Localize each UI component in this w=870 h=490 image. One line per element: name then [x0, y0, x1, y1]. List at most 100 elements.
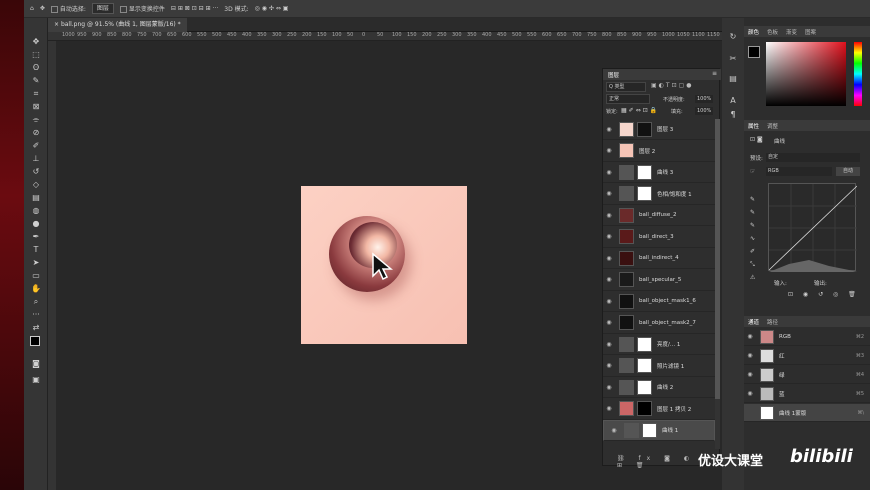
layer-row[interactable]: ◉ ball_object_mask1_6 [603, 291, 715, 312]
fill-field[interactable]: 100% [695, 107, 714, 115]
preset-dropdown[interactable]: 自定 [766, 153, 860, 162]
layer-mask-thumbnail[interactable] [637, 401, 652, 416]
foreground-color-swatch[interactable] [30, 336, 40, 346]
layer-thumbnail[interactable] [619, 121, 634, 137]
layer-row[interactable]: ◉ ball_object_mask2_7 [603, 313, 715, 334]
visibility-eye-icon[interactable]: ◉ [603, 255, 615, 262]
visibility-eye-icon[interactable]: ◉ [603, 298, 615, 305]
stamp-tool-icon[interactable]: ⊥ [30, 153, 42, 165]
curve-tool-icons[interactable]: ✎ ✎ ✎ ∿ ✐ ⤡ ⚠ [750, 193, 762, 284]
layer-thumbnail[interactable] [619, 401, 634, 416]
character-icon[interactable]: A [728, 96, 738, 106]
frame-tool-icon[interactable]: ⊠ [30, 101, 42, 113]
document-canvas[interactable] [301, 186, 467, 344]
eraser-icon[interactable]: ◇ [30, 179, 42, 191]
layer-thumbnail[interactable] [619, 272, 634, 287]
auto-select-checkbox[interactable]: 自动选择: [50, 4, 86, 13]
edit-toolbar-icon[interactable]: ⇄ [30, 322, 42, 334]
visibility-eye-icon[interactable]: ◉ [603, 405, 615, 412]
marquee-tool-icon[interactable]: ⬚ [30, 49, 42, 61]
layer-thumbnail[interactable] [619, 229, 634, 244]
layer-thumbnail[interactable] [619, 207, 634, 223]
layer-mask-thumbnail[interactable] [637, 121, 652, 137]
visibility-eye-icon[interactable]: ◉ [603, 212, 615, 219]
tab-paths[interactable]: 路径 [767, 318, 778, 326]
visibility-eye-icon[interactable]: ◉ [744, 390, 756, 397]
layer-row[interactable]: ◉ 图层 1 拷贝 2 [603, 399, 715, 420]
crop-tool-icon[interactable]: ⌗ [30, 88, 42, 100]
channel-row[interactable]: ◉ 红 ⌘3 [744, 347, 870, 365]
hue-slider[interactable] [854, 42, 862, 106]
hand-tool-icon[interactable]: ✋ [30, 283, 42, 295]
layer-row[interactable]: ◉ 色相/饱和度 1 [603, 184, 715, 205]
quick-mask-icon[interactable]: ◙ [30, 358, 42, 370]
layer-row[interactable]: ◉ ball_diffuse_2 [603, 205, 715, 226]
visibility-eye-icon[interactable]: ◉ [603, 362, 615, 369]
curves-graph[interactable] [768, 183, 858, 272]
layer-row[interactable]: ◉ 图层 3 [603, 119, 715, 140]
home-icon[interactable]: ⌂ [30, 5, 34, 12]
layer-mask-thumbnail[interactable] [637, 186, 652, 201]
layer-thumbnail[interactable] [619, 250, 634, 266]
layer-thumbnail[interactable] [619, 293, 634, 309]
layer-thumbnail[interactable] [619, 336, 634, 352]
history-brush-icon[interactable]: ↺ [30, 166, 42, 178]
document-tab[interactable]: × ball.png @ 91.5% (曲线 1, 图层蒙版/16) * [48, 18, 187, 32]
layer-row[interactable]: ◉ ball_direct_3 [603, 227, 715, 248]
dodge-tool-icon[interactable]: ● [30, 218, 42, 230]
filter-icons[interactable]: ▣◐T⊡▢● [651, 82, 694, 89]
layers-icon[interactable]: ▤ [728, 74, 738, 84]
channel-row[interactable]: ◉ RGB ⌘2 [744, 328, 870, 346]
layer-mask-thumbnail[interactable] [637, 379, 652, 395]
scrollbar-thumb[interactable] [715, 119, 720, 399]
opacity-field[interactable]: 100% [695, 95, 714, 103]
quick-select-icon[interactable]: ✎ [30, 75, 42, 87]
properties-footer-icons[interactable]: ⊡ ◉ ↺ ◎ 🗑 [788, 291, 860, 298]
tab-properties[interactable]: 属性 [748, 122, 759, 130]
layer-row[interactable]: ◉ ball_indirect_4 [603, 248, 715, 269]
layer-row[interactable]: ◉ 曲线 1 [603, 420, 715, 441]
layer-thumbnail[interactable] [619, 358, 634, 373]
visibility-eye-icon[interactable]: ◉ [603, 384, 615, 391]
lasso-tool-icon[interactable]: ʘ [30, 62, 42, 74]
layer-mask-thumbnail[interactable] [637, 336, 652, 352]
layer-mask-thumbnail[interactable] [642, 423, 657, 438]
layer-thumbnail[interactable] [624, 423, 639, 438]
move-tool-icon[interactable]: ✥ [40, 5, 45, 12]
visibility-eye-icon[interactable]: ◉ [744, 352, 756, 359]
screen-mode-icon[interactable]: ▣ [30, 374, 42, 386]
auto-button[interactable]: 自动 [836, 167, 860, 176]
show-transform-checkbox[interactable]: 显示变换控件 [119, 4, 165, 13]
visibility-eye-icon[interactable]: ◉ [603, 147, 615, 154]
layer-thumbnail[interactable] [619, 379, 634, 395]
layer-row[interactable]: ◉ 照片滤镜 1 [603, 356, 715, 377]
visibility-eye-icon[interactable]: ◉ [603, 126, 615, 133]
layer-mask-thumbnail[interactable] [637, 164, 652, 180]
tab-color[interactable]: 颜色 [748, 28, 759, 36]
layer-row[interactable]: ◉ 亮度/... 1 [603, 334, 715, 355]
type-tool-icon[interactable]: T [30, 244, 42, 256]
history-icon[interactable]: ↻ [728, 32, 738, 42]
healing-icon[interactable]: ⊘ [30, 127, 42, 139]
tab-channels[interactable]: 通道 [748, 318, 759, 326]
visibility-eye-icon[interactable]: ◉ [603, 319, 615, 326]
layers-panel-title[interactable]: 图层 [608, 71, 619, 79]
more-tools-icon[interactable]: ··· [30, 309, 42, 321]
close-icon[interactable]: × [54, 21, 61, 28]
color-picker-field[interactable] [766, 42, 846, 106]
visibility-eye-icon[interactable]: ◉ [744, 371, 756, 378]
blur-tool-icon[interactable]: ◍ [30, 205, 42, 217]
tab-swatches[interactable]: 色板 [767, 28, 778, 36]
move-tool-icon[interactable]: ✥ [30, 36, 42, 48]
3d-icons[interactable]: ◎ ◉ ✣ ⇔ ▣ [255, 5, 289, 12]
visibility-eye-icon[interactable]: ◉ [744, 333, 756, 340]
path-select-icon[interactable]: ➤ [30, 257, 42, 269]
layer-thumbnail[interactable] [619, 143, 634, 158]
tools-icon[interactable]: ✂ [728, 54, 738, 64]
align-icons[interactable]: ⊟ ⊞ ⊠ ⊡ ⊟ ⊞ ··· [171, 5, 218, 12]
channel-row[interactable]: 曲线 1蒙版 ⌘\ [744, 404, 870, 422]
brush-tool-icon[interactable]: ✐ [30, 140, 42, 152]
layer-mask-thumbnail[interactable] [637, 358, 652, 373]
channel-dropdown[interactable]: RGB [766, 167, 832, 176]
layer-row[interactable]: ◉ 图层 2 [603, 141, 715, 162]
